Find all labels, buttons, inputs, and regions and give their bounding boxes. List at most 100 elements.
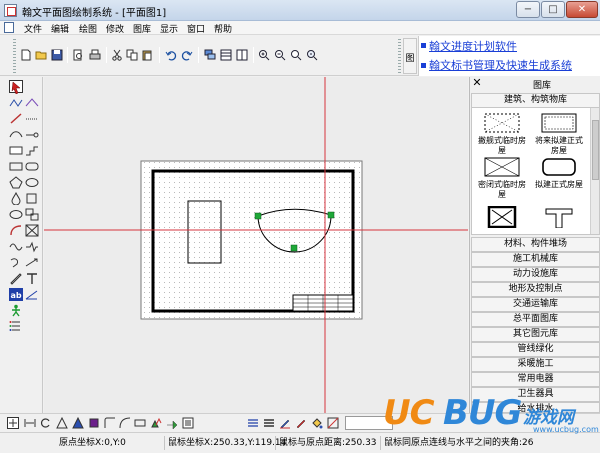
- curve-icon[interactable]: [119, 417, 131, 429]
- library-category-site-plan[interactable]: 总平面图库: [471, 312, 600, 327]
- menu-modify[interactable]: 修改: [106, 22, 124, 35]
- rect-small-icon[interactable]: [134, 417, 146, 429]
- arrow-line-icon[interactable]: [25, 256, 39, 269]
- grip-handle[interactable]: [327, 211, 335, 219]
- arc-icon[interactable]: [9, 128, 23, 141]
- dimension-line-icon[interactable]: [25, 96, 39, 109]
- library-item-temp-house[interactable]: 撇舰式临时房屋: [475, 112, 529, 156]
- close-button[interactable]: ✕: [566, 1, 598, 18]
- polyline-icon[interactable]: [9, 96, 23, 109]
- redo-icon[interactable]: [181, 49, 193, 61]
- library-item-closed-temp-house[interactable]: 密闭式临时房屋: [475, 156, 529, 200]
- square-icon[interactable]: [88, 417, 100, 429]
- ellipse-icon[interactable]: [9, 208, 23, 221]
- library-category-heating[interactable]: 采暖施工: [471, 357, 600, 372]
- ad-link-schedule[interactable]: 翰文进度计划软件: [429, 38, 517, 54]
- cross-box-icon[interactable]: [25, 224, 39, 237]
- undo-icon[interactable]: [165, 49, 177, 61]
- corner-icon[interactable]: [104, 417, 116, 429]
- break-line-icon[interactable]: [25, 240, 39, 253]
- cut-icon[interactable]: [111, 49, 123, 61]
- scrollbar-thumb[interactable]: [592, 120, 599, 180]
- wave-icon[interactable]: [9, 240, 23, 253]
- fill-triangle-icon[interactable]: [72, 417, 84, 429]
- fill-color-icon[interactable]: [327, 417, 339, 429]
- arrow-curve-icon[interactable]: [9, 256, 23, 269]
- library-item-future-house[interactable]: 将来拟建正式房屋: [532, 112, 586, 156]
- pen-icon[interactable]: [279, 417, 291, 429]
- line-icon[interactable]: [9, 112, 23, 125]
- toolbar-grip[interactable]: [398, 39, 401, 73]
- lines-icon[interactable]: [247, 417, 259, 429]
- menu-help[interactable]: 帮助: [214, 22, 232, 35]
- library-category-materials[interactable]: 材料、构件堆场: [471, 237, 600, 252]
- library-category-electrical[interactable]: 常用电器: [471, 372, 600, 387]
- library-item-planned-house[interactable]: 拟建正式房屋: [532, 156, 586, 190]
- library-close-button[interactable]: ✕: [472, 77, 482, 88]
- panel-icon[interactable]: [236, 49, 248, 61]
- zoom-out-icon[interactable]: [274, 49, 286, 61]
- library-category-other[interactable]: 其它图元库: [471, 327, 600, 342]
- polygon-icon[interactable]: [9, 176, 23, 189]
- grip-handle[interactable]: [290, 244, 298, 252]
- zoom-in-icon[interactable]: [258, 49, 270, 61]
- copy-icon[interactable]: [126, 49, 138, 61]
- library-category-buildings[interactable]: 建筑、构筑物库: [471, 93, 600, 108]
- square-icon[interactable]: [25, 192, 39, 205]
- layer-icon[interactable]: [204, 49, 216, 61]
- mirror-icon[interactable]: [24, 417, 36, 429]
- stairs-icon[interactable]: [25, 144, 39, 157]
- drawing-canvas[interactable]: [44, 77, 468, 413]
- menu-view[interactable]: 显示: [160, 22, 178, 35]
- library-category-terrain[interactable]: 地形及控制点: [471, 282, 600, 297]
- menu-window[interactable]: 窗口: [187, 22, 205, 35]
- curve-icon[interactable]: [9, 224, 23, 237]
- select-arrow-icon[interactable]: [9, 80, 23, 94]
- menu-file[interactable]: 文件: [24, 22, 42, 35]
- connector-icon[interactable]: [25, 128, 39, 141]
- layout-icon[interactable]: [220, 49, 232, 61]
- rounded-rect-icon[interactable]: [25, 160, 39, 173]
- paint-icon[interactable]: [311, 417, 323, 429]
- library-category-transport[interactable]: 交通运输库: [471, 297, 600, 312]
- menu-library[interactable]: 图库: [133, 22, 151, 35]
- arrow-shape-icon[interactable]: [166, 417, 178, 429]
- triangle-icon[interactable]: [56, 417, 68, 429]
- library-category-pipes[interactable]: 管线绿化: [471, 342, 600, 357]
- maximize-button[interactable]: □: [541, 1, 565, 18]
- rotate-icon[interactable]: [40, 417, 52, 429]
- library-item-t-shape[interactable]: [532, 206, 586, 230]
- grip-handle[interactable]: [254, 212, 262, 220]
- rect-outline-icon[interactable]: [9, 160, 23, 173]
- print-preview-icon[interactable]: [72, 49, 84, 61]
- pen2-icon[interactable]: [295, 417, 307, 429]
- list-icon[interactable]: [9, 320, 23, 333]
- menu-draw[interactable]: 绘图: [79, 22, 97, 35]
- save-icon[interactable]: [51, 49, 63, 61]
- zoom-all-icon[interactable]: [306, 49, 318, 61]
- align-icon[interactable]: [182, 417, 194, 429]
- library-category-machinery[interactable]: 施工机械库: [471, 252, 600, 267]
- text-tool-icon[interactable]: [25, 272, 39, 285]
- paste-icon[interactable]: [141, 49, 153, 61]
- print-icon[interactable]: [89, 49, 101, 61]
- open-folder-icon[interactable]: [35, 49, 47, 61]
- pen-tool-icon[interactable]: [9, 272, 23, 285]
- text-ab-icon[interactable]: ab: [9, 288, 23, 301]
- lines2-icon[interactable]: [263, 417, 275, 429]
- figure-icon[interactable]: [9, 304, 23, 317]
- drop-icon[interactable]: [9, 192, 23, 205]
- library-scrollbar[interactable]: [590, 108, 599, 234]
- library-item-boxed-x[interactable]: [475, 206, 529, 230]
- minimize-button[interactable]: −: [516, 1, 540, 18]
- move-icon[interactable]: [7, 417, 19, 429]
- canvas-drawing[interactable]: [44, 77, 468, 413]
- ellipse-shape-icon[interactable]: [25, 176, 39, 189]
- library-category-power[interactable]: 动力设施库: [471, 267, 600, 282]
- ad-link-tender[interactable]: 翰文标书管理及快速生成系统: [429, 57, 572, 73]
- zoom-window-icon[interactable]: [290, 49, 302, 61]
- menu-edit[interactable]: 编辑: [51, 22, 69, 35]
- dimension-icon[interactable]: [25, 288, 39, 301]
- toolbar-grip[interactable]: [13, 39, 16, 73]
- new-file-icon[interactable]: [20, 49, 32, 61]
